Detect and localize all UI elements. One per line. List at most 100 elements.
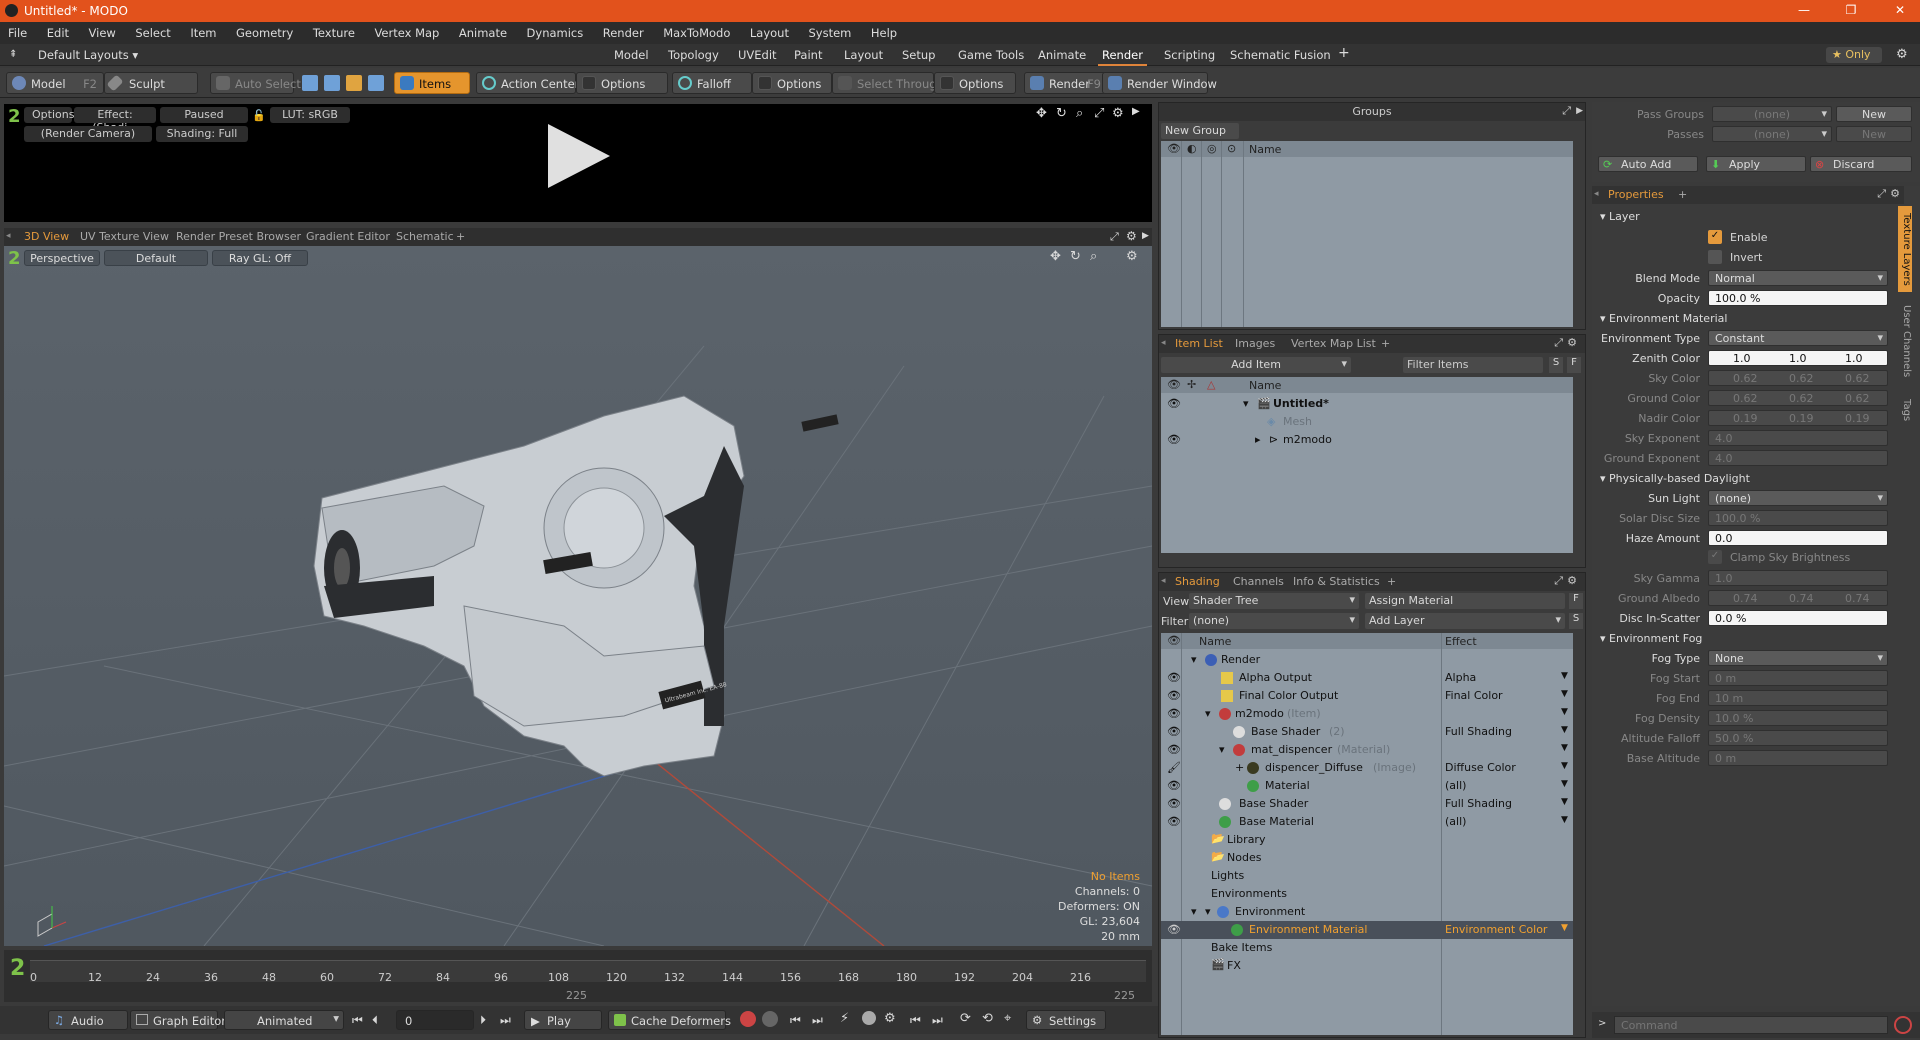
- shader-row[interactable]: Lights: [1161, 867, 1573, 885]
- base-altitude-field[interactable]: 0 m: [1708, 750, 1888, 766]
- dropdown-arrow-icon[interactable]: ▼: [1561, 923, 1568, 933]
- enable-checkbox[interactable]: ✓: [1708, 230, 1722, 244]
- opacity-field[interactable]: 100.0 %: [1708, 290, 1888, 306]
- shader-row[interactable]: 👁 Base Shader (2) Full Shading ▼: [1161, 723, 1573, 741]
- tab-setup[interactable]: Setup: [896, 48, 941, 62]
- next-key-icon[interactable]: ⏭: [812, 1013, 823, 1028]
- menu-system[interactable]: System: [800, 22, 859, 40]
- dropdown-arrow-icon[interactable]: ▼: [1561, 761, 1568, 771]
- select-through-button[interactable]: Select Through: [832, 72, 944, 94]
- sky-exponent-field[interactable]: 4.0: [1708, 430, 1888, 446]
- sculpt-mode-button[interactable]: Sculpt: [104, 72, 198, 94]
- tab-grip-icon[interactable]: ◂: [6, 231, 11, 241]
- select-column-icon[interactable]: ⊙: [1227, 142, 1236, 155]
- prev-key-icon[interactable]: ⏮: [790, 1013, 801, 1028]
- menu-layout[interactable]: Layout: [742, 22, 797, 40]
- dropdown-arrow-icon[interactable]: ▼: [1561, 671, 1568, 681]
- edges-mode-icon[interactable]: [324, 75, 340, 91]
- 3d-viewport[interactable]: 2 Perspective Default Ray GL: Off ✥ ↻ ⌕ …: [4, 246, 1152, 946]
- item-row[interactable]: ◈ Mesh: [1161, 413, 1573, 431]
- next-range-icon[interactable]: ⏭: [932, 1013, 943, 1028]
- go-to-start-icon[interactable]: ⏮: [352, 1013, 363, 1028]
- only-toggle[interactable]: ★ Only: [1826, 47, 1882, 63]
- menu-texture[interactable]: Texture: [305, 22, 363, 40]
- add-list-tab-button[interactable]: +: [1375, 337, 1396, 350]
- disc-in-scatter-field[interactable]: 0.0 %: [1708, 610, 1888, 626]
- shader-row[interactable]: 👁 Alpha Output Alpha ▼: [1161, 669, 1573, 687]
- passes-dropdown[interactable]: (none): [1712, 126, 1832, 142]
- polygons-mode-icon[interactable]: [346, 75, 362, 91]
- model-mode-button[interactable]: Model F2: [6, 72, 104, 94]
- render-window-button[interactable]: Render Window: [1102, 72, 1217, 94]
- environment-material-section[interactable]: ▾ Environment Material: [1600, 312, 1727, 325]
- tab-game-tools[interactable]: Game Tools: [952, 48, 1030, 62]
- expand-arrow-icon[interactable]: ▾: [1191, 905, 1197, 918]
- sky-gamma-field[interactable]: 1.0: [1708, 570, 1888, 586]
- view-dropdown[interactable]: Shader Tree: [1189, 593, 1359, 609]
- filter-items-input[interactable]: Filter Items: [1403, 357, 1543, 373]
- view-gear-icon[interactable]: ⚙: [1126, 229, 1137, 243]
- shader-row[interactable]: 🎬 FX: [1161, 957, 1573, 975]
- tab-images[interactable]: Images: [1229, 337, 1281, 350]
- paused-toggle[interactable]: Paused: [160, 107, 248, 123]
- sky-color-field[interactable]: 0.62 0.62 0.62: [1708, 370, 1888, 386]
- maximize-panel-icon[interactable]: ⤢: [1877, 187, 1886, 201]
- zenith-b[interactable]: 1.0: [1845, 352, 1863, 365]
- add-properties-tab-button[interactable]: +: [1672, 188, 1693, 201]
- settings-button[interactable]: ⚙ Settings: [1026, 1010, 1106, 1030]
- menu-file[interactable]: File: [0, 22, 35, 40]
- tab-shading[interactable]: Shading: [1169, 575, 1226, 588]
- shader-effect[interactable]: Full Shading: [1445, 797, 1512, 810]
- menu-edit[interactable]: Edit: [39, 22, 77, 40]
- dropdown-arrow-icon[interactable]: ▼: [1561, 743, 1568, 753]
- item-row[interactable]: 👁 ▾ 🎬 Untitled*: [1161, 395, 1573, 413]
- tab-tags[interactable]: Tags: [1898, 390, 1912, 430]
- action-center-button[interactable]: Action Center: [476, 72, 579, 94]
- dropdown-arrow-icon[interactable]: ▼: [1561, 689, 1568, 699]
- visibility-icon[interactable]: 👁: [1167, 689, 1181, 702]
- solar-disc-field[interactable]: 100.0 %: [1708, 510, 1888, 526]
- shader-row[interactable]: Bake Items: [1161, 939, 1573, 957]
- visibility-icon[interactable]: 👁: [1167, 779, 1181, 792]
- current-frame-field[interactable]: 0: [396, 1010, 474, 1030]
- clamp-sky-checkbox[interactable]: ✓: [1708, 550, 1722, 564]
- tab-grip-icon[interactable]: ◂: [1161, 338, 1166, 348]
- render-camera-dropdown[interactable]: (Render Camera): [24, 126, 152, 142]
- preview-options-button[interactable]: Options: [24, 107, 74, 123]
- auto-select-button[interactable]: Auto Select: [210, 72, 301, 94]
- tab-gradient-editor[interactable]: Gradient Editor: [300, 230, 396, 243]
- pass-groups-dropdown[interactable]: (none): [1712, 106, 1832, 122]
- visibility-icon[interactable]: 👁: [1167, 378, 1181, 391]
- shader-row[interactable]: 🖌 + dispencer_Diffuse (Image) Diffuse Co…: [1161, 759, 1573, 777]
- layout-arrow-icon[interactable]: ⇞: [9, 49, 17, 60]
- dropdown-arrow-icon[interactable]: ▼: [1561, 707, 1568, 717]
- close-button[interactable]: ✕: [1893, 3, 1907, 17]
- key-icon[interactable]: [762, 1011, 778, 1027]
- discard-button[interactable]: ⊗ Discard: [1810, 156, 1912, 172]
- panel-gear-icon[interactable]: ⚙: [1567, 574, 1577, 587]
- falloff-button[interactable]: Falloff: [672, 72, 752, 94]
- menu-dynamics[interactable]: Dynamics: [519, 22, 592, 40]
- item-row[interactable]: 👁 ▸ ⊳ m2modo: [1161, 431, 1573, 449]
- tab-channels[interactable]: Channels: [1227, 575, 1290, 588]
- invert-checkbox[interactable]: [1708, 250, 1722, 264]
- expand-arrow-icon[interactable]: +: [1235, 761, 1244, 774]
- lock-column-icon[interactable]: ✢: [1187, 378, 1196, 391]
- panel-gear-icon[interactable]: ⚙: [1567, 336, 1577, 349]
- shader-row[interactable]: 👁 Base Shader Full Shading ▼: [1161, 795, 1573, 813]
- haze-amount-field[interactable]: 0.0: [1708, 530, 1888, 546]
- step-forward-icon[interactable]: ⏵: [480, 1013, 486, 1028]
- shader-row-selected[interactable]: 👁 Environment Material Environment Color…: [1161, 921, 1573, 939]
- zenith-r[interactable]: 1.0: [1733, 352, 1751, 365]
- lock-column-icon[interactable]: ◎: [1207, 142, 1217, 155]
- filter-toggle-icon[interactable]: F: [1567, 357, 1581, 373]
- expand-arrow-icon[interactable]: ▶: [1132, 106, 1140, 117]
- shader-tree[interactable]: 👁 Name Effect ▾ Render 👁 Alpha Output Al…: [1161, 633, 1573, 1035]
- tab-paint[interactable]: Paint: [788, 48, 828, 62]
- shader-row[interactable]: 👁 Final Color Output Final Color ▼: [1161, 687, 1573, 705]
- settings-gear-icon[interactable]: ⚙: [1112, 106, 1124, 121]
- prev-range-icon[interactable]: ⏮: [910, 1013, 921, 1028]
- zenith-g[interactable]: 1.0: [1789, 352, 1807, 365]
- fog-type-dropdown[interactable]: None: [1708, 650, 1888, 666]
- panel-arrow-icon[interactable]: ▶: [1576, 106, 1583, 116]
